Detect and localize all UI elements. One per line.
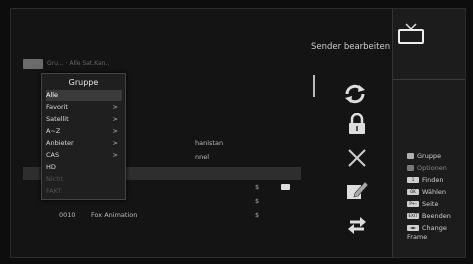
group-item-label: Alle [46,91,59,99]
chevron-right-icon: > [112,139,118,147]
scrambled-mark: $ [255,211,260,219]
popup-title: Gruppe [68,78,99,87]
group-item-label: FAKT [46,187,62,195]
group-item-cas[interactable]: CAS > [46,150,122,161]
group-item-hd[interactable]: HD [46,162,122,173]
sort-icon[interactable] [345,213,369,235]
group-item-label: Favorit [46,103,68,111]
channel-name: hanistan [195,139,224,147]
color-key-icon [407,165,414,171]
channel-name: Fox Animation [91,211,138,219]
channel-number: 0010 [59,211,76,219]
delete-icon[interactable] [345,147,369,169]
channel-name: nnel [195,153,210,161]
legend-label: Wählen [422,188,447,196]
hd-icon [281,184,290,190]
remote-key-icon: EXIT [407,213,419,219]
legend-label: Gruppe [417,152,442,160]
legend-label: Seite [422,200,439,208]
page-title: Sender bearbeiten [311,42,391,52]
remote-key-icon: P+- [407,201,419,207]
scrambled-mark: $ [255,183,260,191]
move-icon[interactable] [343,83,367,105]
list-row[interactable]: 0010 Fox Animation $ [23,209,301,222]
scrambled-mark: $ [255,197,260,205]
group-item-alle[interactable]: Alle [46,90,122,101]
rename-icon[interactable] [345,179,369,201]
legend-item-gruppe: Gruppe [407,152,441,161]
group-item-label: Anbieter [46,139,74,147]
group-item-label: A~Z [46,127,61,135]
chevron-right-icon: > [112,115,118,123]
legend-item-change-frame: ◄► Change Frame [407,224,465,241]
group-item-a-z[interactable]: A~Z > [46,126,122,137]
tv-icon [398,23,424,44]
group-item-fakt[interactable]: FAKT [46,186,122,197]
legend-item-seite: P+- Seite [407,200,438,209]
group-item-anbieter[interactable]: Anbieter > [46,138,122,149]
legend-label: Finden [422,176,444,184]
group-item-label: CAS [46,151,60,159]
breadcrumb: Gru... · Alle Sat.Kan.. [47,60,110,67]
group-item-satellit[interactable]: Satellit > [46,114,122,125]
group-item-nicht[interactable]: Nicht [46,174,122,185]
legend-item-beenden: EXIT Beenden [407,212,451,221]
group-item-label: HD [46,163,56,171]
legend-label: Optionen [417,164,447,172]
satellite-icon [23,59,43,69]
group-item-favorit[interactable]: Favorit > [46,102,122,113]
chevron-right-icon: > [112,151,118,159]
legend-label: Beenden [422,212,451,220]
chevron-right-icon: > [112,103,118,111]
remote-key-icon: ◄► [407,225,419,231]
chevron-right-icon: > [112,127,118,135]
group-item-label: Satellit [46,115,69,123]
group-item-label: Nicht [46,175,63,183]
remote-key-icon: OK [407,189,419,195]
legend-item-optionen: Optionen [407,164,447,173]
legend-item-wahlen: OK Wählen [407,188,446,197]
remote-key-icon: 1 [407,177,419,183]
legend-item-finden: 1 Finden [407,176,443,185]
group-popup: Gruppe Alle Favorit > Satellit > A~Z > A… [41,73,126,200]
color-key-icon [407,153,414,159]
scrollbar[interactable] [313,75,315,97]
right-divider [393,79,465,80]
main-screen: Sender bearbeiten Gru... · Alle Sat.Kan.… [10,8,466,258]
lock-icon[interactable] [345,113,369,135]
